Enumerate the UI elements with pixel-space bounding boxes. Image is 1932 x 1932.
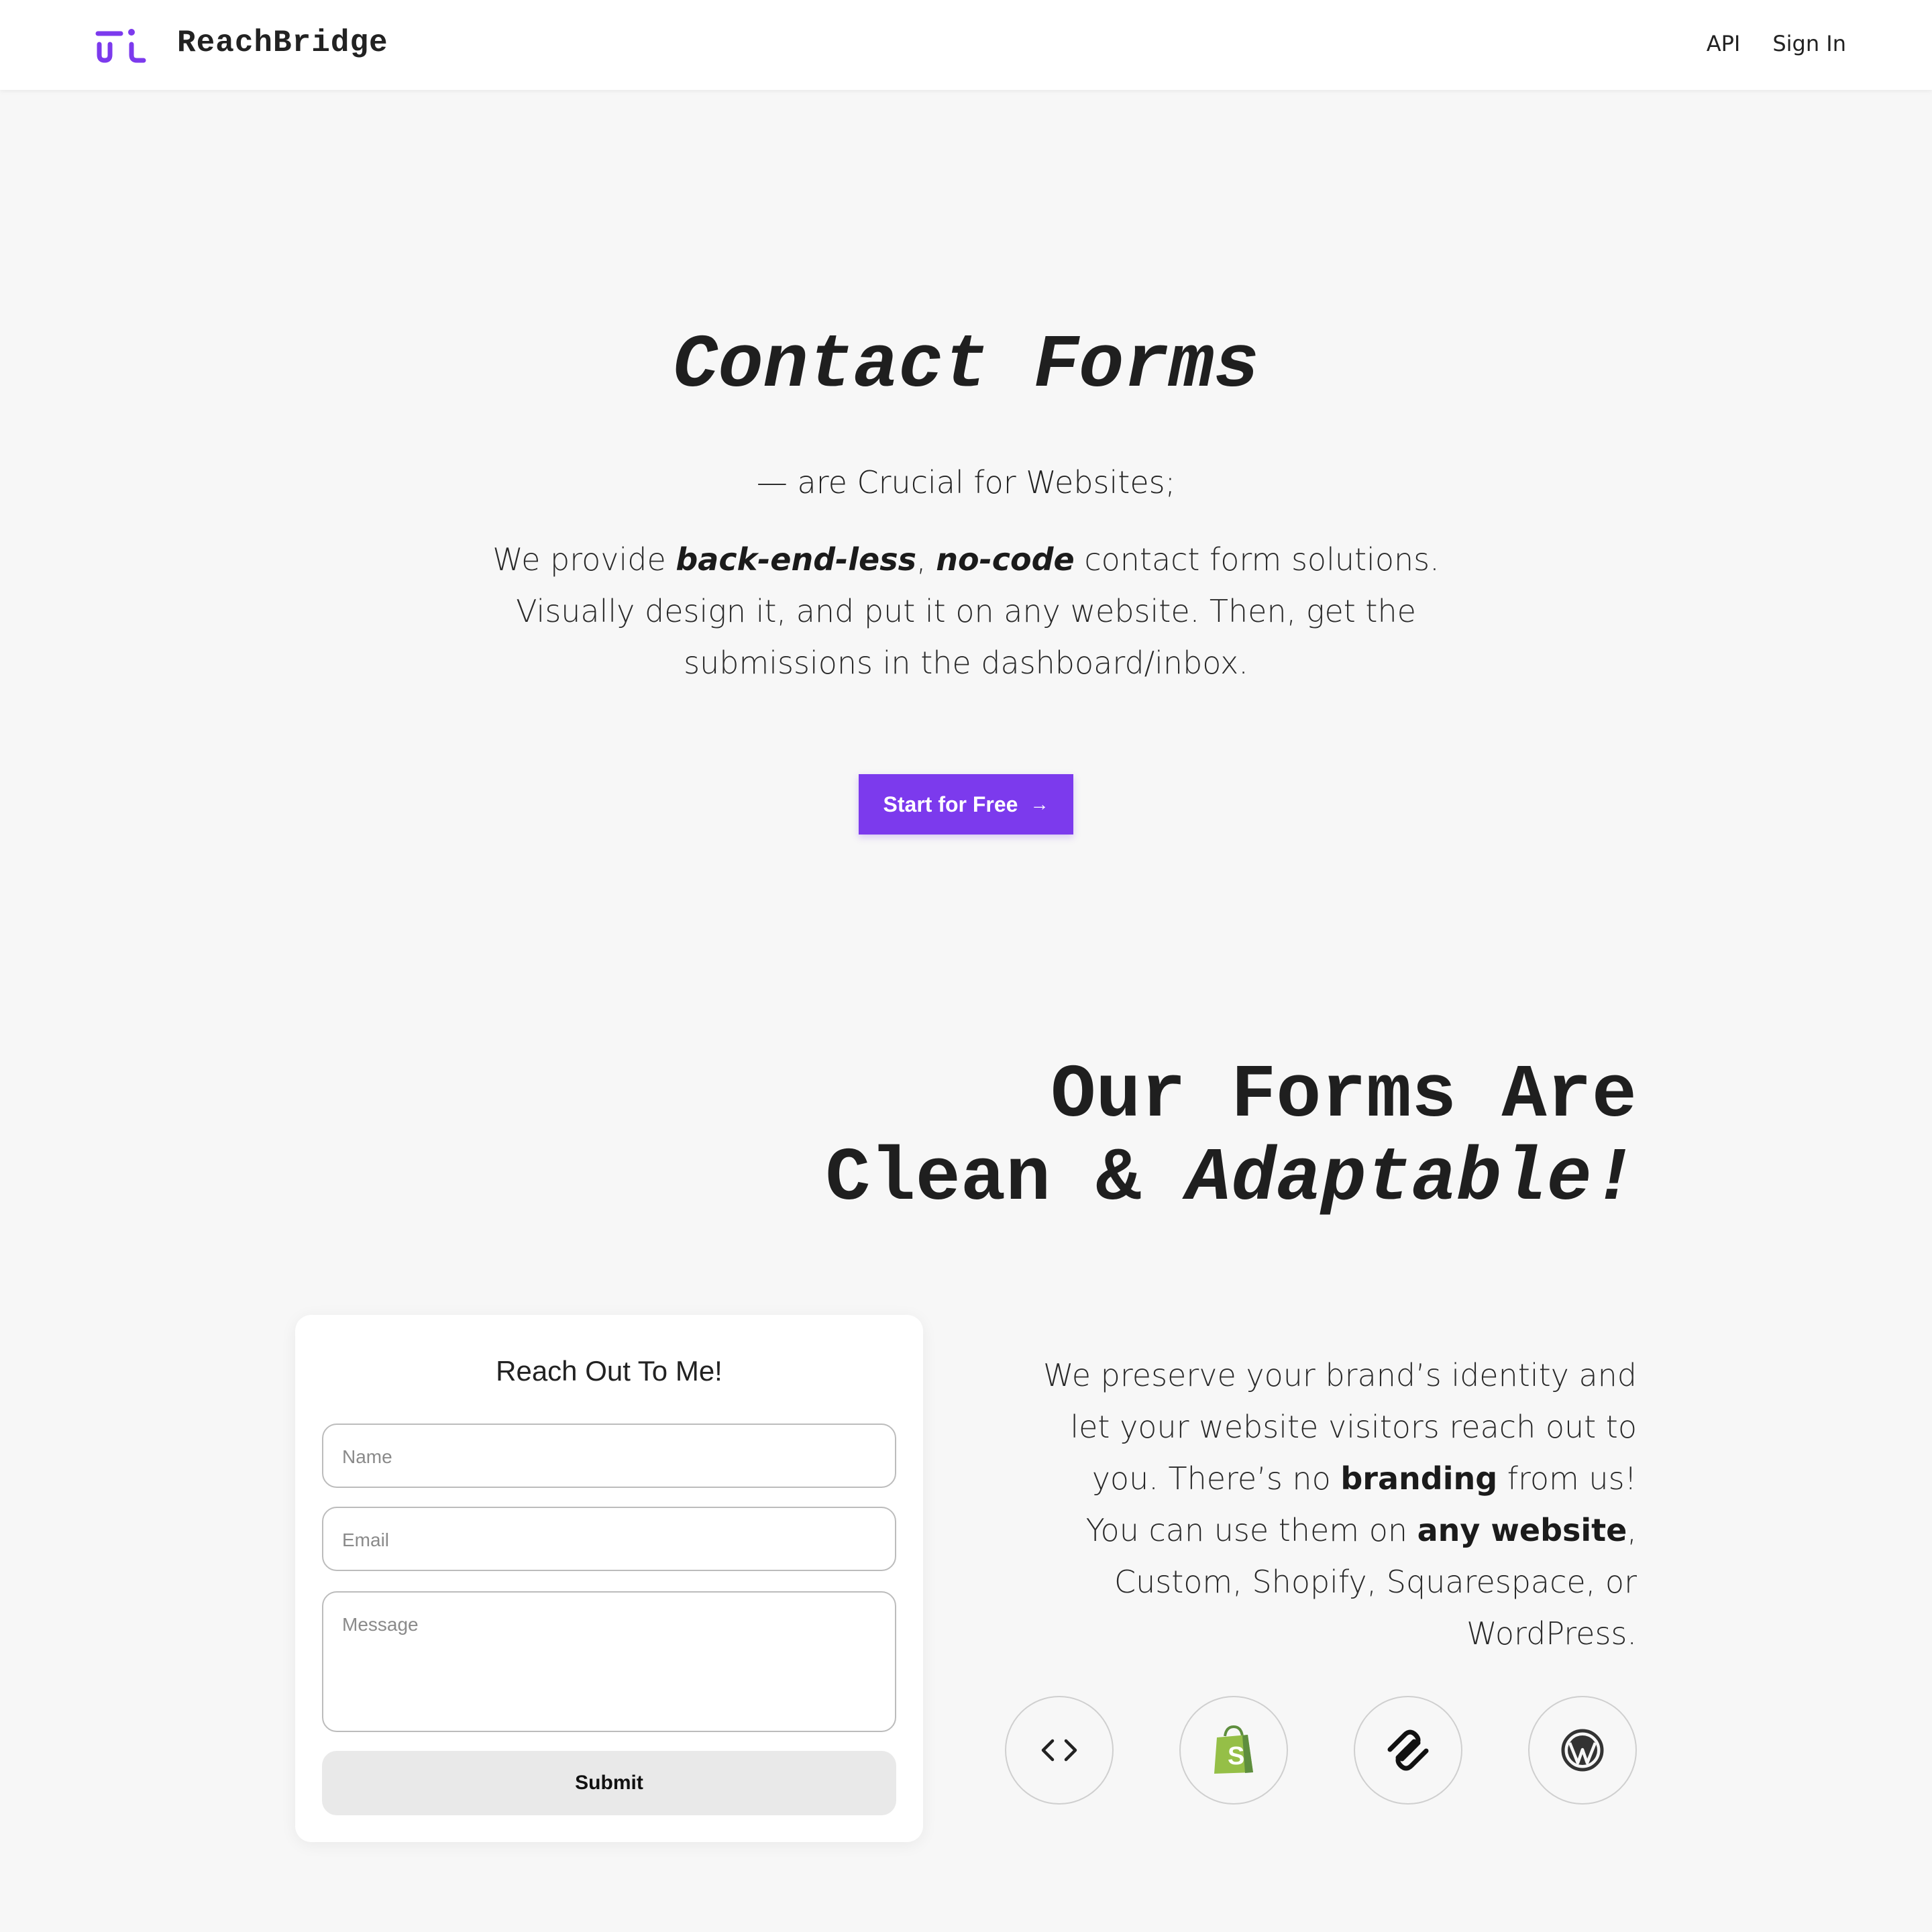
name-input[interactable]: Name <box>322 1424 896 1488</box>
platform-shopify-button[interactable]: S <box>1179 1696 1288 1805</box>
platform-wordpress-button[interactable] <box>1528 1696 1637 1805</box>
hero-description: We provide back-end-less, no-code contac… <box>470 534 1462 689</box>
contact-form-preview: Reach Out To Me! Name Email Message Subm… <box>295 1315 923 1842</box>
hero-desc-emphasis: back-end-less <box>676 541 916 578</box>
hero-title: Contact Forms <box>673 323 1259 409</box>
cta-label: Start for Free <box>883 792 1018 816</box>
svg-text:S: S <box>1228 1742 1244 1770</box>
section-title-plain: Clean & <box>825 1136 1186 1222</box>
section-desc-bold: any website <box>1417 1512 1627 1548</box>
section-title-line: Our Forms Are <box>1051 1053 1637 1138</box>
message-textarea[interactable]: Message <box>322 1591 896 1732</box>
hero-desc-text: , <box>916 541 936 578</box>
nav-links: API Sign In <box>1707 31 1846 56</box>
code-icon <box>1041 1739 1077 1762</box>
arrow-right-icon: → <box>1030 794 1049 814</box>
section-title-line: Clean & Adaptable! <box>825 1138 1637 1221</box>
wordpress-icon <box>1561 1729 1604 1772</box>
brand-name[interactable]: ReachBridge <box>177 25 388 60</box>
reachbridge-logo-icon[interactable] <box>94 24 148 66</box>
hero-desc-emphasis: no-code <box>936 541 1075 578</box>
nav-link-api[interactable]: API <box>1707 31 1741 56</box>
start-for-free-button[interactable]: Start for Free → <box>859 774 1073 835</box>
form-title: Reach Out To Me! <box>496 1355 722 1387</box>
hero-subtitle: — are Crucial for Websites; <box>756 464 1176 500</box>
email-input[interactable]: Email <box>322 1507 896 1571</box>
submit-button[interactable]: Submit <box>322 1751 896 1815</box>
section-title-italic: Adaptable! <box>1185 1136 1637 1222</box>
platform-squarespace-button[interactable] <box>1354 1696 1462 1805</box>
nav-link-sign-in[interactable]: Sign In <box>1772 31 1846 56</box>
squarespace-icon <box>1387 1729 1429 1771</box>
section-description: We preserve your brand’s identity and le… <box>1033 1350 1637 1660</box>
hero-desc-text: We provide <box>492 541 676 578</box>
platform-icons: S <box>1005 1696 1637 1805</box>
shopify-icon: S <box>1214 1725 1253 1774</box>
section-title: Our Forms Are Clean & Adaptable! <box>825 1055 1637 1221</box>
top-navbar: ReachBridge API Sign In <box>0 0 1932 90</box>
section-desc-bold: branding <box>1340 1460 1498 1497</box>
platform-custom-button[interactable] <box>1005 1696 1114 1805</box>
